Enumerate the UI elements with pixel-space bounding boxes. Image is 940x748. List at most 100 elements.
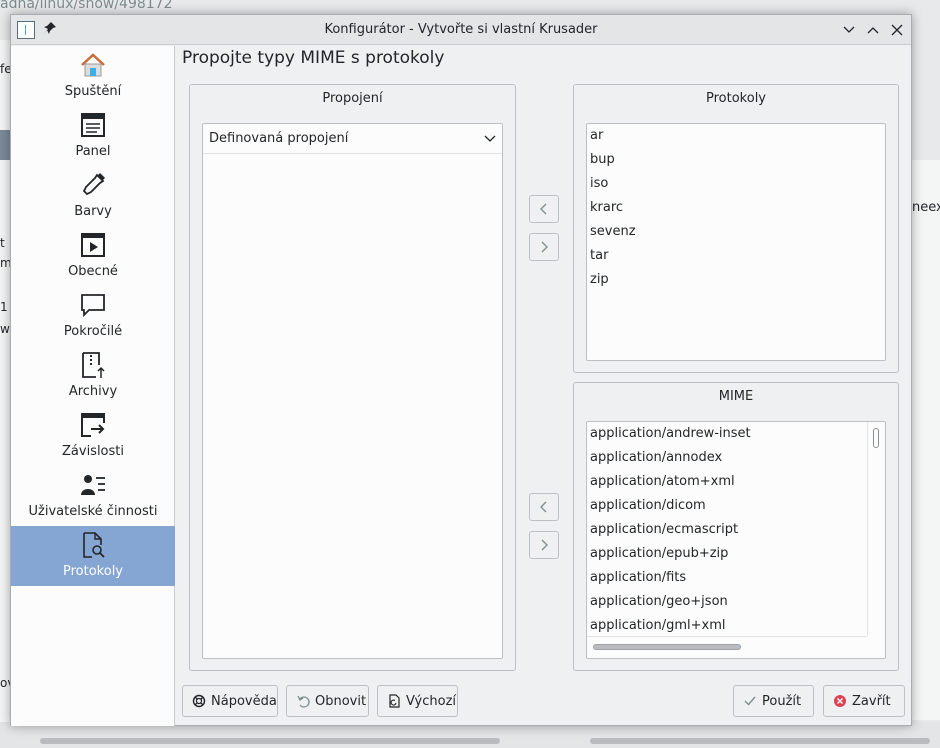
list-item[interactable]: sevenz (590, 220, 636, 244)
defined-links-header[interactable]: Definovaná propojení (203, 124, 502, 154)
document-reload-icon (389, 694, 400, 708)
move-right-button[interactable] (529, 233, 559, 261)
user-list-icon (81, 475, 105, 495)
list-item[interactable]: application/andrew-inset (590, 422, 751, 446)
sidebar-item-label: Spuštění (64, 84, 122, 99)
configurator-dialog: Konfigurátor - Vytvořte si vlastní Krusa… (10, 14, 912, 726)
panel-icon (81, 113, 105, 137)
chevron-down-icon (843, 26, 855, 33)
lifebuoy-icon (192, 694, 206, 708)
mime-move-left-button[interactable] (529, 493, 559, 521)
links-group-title: Propojení (322, 91, 383, 106)
list-item[interactable]: application/atom+xml (590, 470, 735, 494)
sidebar-item-label: Uživatelské činnosti (28, 504, 158, 519)
list-item[interactable]: application/geo+json (590, 590, 728, 614)
chevron-left-icon (540, 501, 547, 513)
background-scrollbar (40, 738, 500, 744)
background-url-text: adna/linux/show/498172 (0, 0, 173, 12)
help-button-label: Nápověda (211, 694, 277, 709)
mime-group: MIME application/andrew-inset applicatio… (573, 382, 899, 671)
vertical-scroll-thumb[interactable] (873, 428, 879, 448)
undo-icon (297, 695, 310, 708)
defaults-button-label: Výchozí (406, 694, 457, 709)
defined-links-label: Definovaná propojení (209, 131, 349, 146)
minimize-button[interactable] (839, 20, 859, 40)
background-text-fragment: t (0, 236, 5, 250)
defaults-button[interactable]: Výchozí (377, 685, 458, 717)
archive-zip-icon (82, 352, 105, 378)
sidebar-item-colors[interactable]: Barvy (11, 166, 175, 226)
list-item[interactable]: tar (590, 244, 608, 268)
play-window-icon (81, 233, 105, 257)
close-button[interactable]: Zavřít (823, 685, 905, 717)
sidebar-item-label: Archivy (68, 384, 118, 399)
chevron-right-icon (541, 241, 548, 253)
close-window-button[interactable] (887, 20, 907, 40)
chevron-left-icon (540, 203, 547, 215)
sidebar-item-label: Pokročilé (63, 324, 123, 339)
background-scrollbar (590, 738, 930, 744)
background-text-fragment: 1 (0, 300, 8, 314)
maximize-button[interactable] (863, 20, 883, 40)
sidebar: Spuštění Panel Barvy Obecné Pokročilé Ar… (11, 46, 175, 726)
list-item[interactable]: application/gml+xml (590, 614, 725, 638)
vertical-scrollbar[interactable] (867, 422, 885, 636)
sidebar-item-panel[interactable]: Panel (11, 106, 175, 166)
links-tree[interactable]: Definovaná propojení (202, 123, 503, 659)
list-item[interactable]: application/dicom (590, 494, 706, 518)
list-item[interactable]: application/ecmascript (590, 518, 738, 542)
document-search-icon (83, 532, 105, 558)
close-icon (891, 24, 903, 36)
background-text-fragment: neex (912, 200, 940, 215)
sidebar-item-label: Panel (75, 144, 111, 159)
speech-bubble-icon (81, 294, 105, 318)
close-button-label: Zavřít (852, 694, 891, 709)
apply-button-label: Použít (762, 694, 802, 709)
house-icon (81, 53, 105, 77)
sidebar-item-label: Závislosti (62, 444, 124, 459)
sidebar-item-advanced[interactable]: Pokročilé (11, 286, 175, 346)
apply-button[interactable]: Použít (733, 685, 814, 717)
sidebar-item-label: Obecné (68, 264, 118, 279)
protocols-list[interactable]: ar bup iso krarc sevenz tar zip (586, 123, 886, 361)
protocols-group: Protokoly ar bup iso krarc sevenz tar zi… (573, 84, 899, 373)
list-item[interactable]: application/epub+zip (590, 542, 728, 566)
reset-button-label: Obnovit (315, 694, 367, 709)
help-button[interactable]: Nápověda (182, 685, 278, 717)
list-item[interactable]: application/annodex (590, 446, 722, 470)
mime-move-right-button[interactable] (529, 531, 559, 559)
sidebar-item-protocols[interactable]: Protokoly (11, 526, 175, 586)
window-arrow-icon (81, 413, 105, 437)
eyedropper-icon (82, 172, 106, 196)
chevron-down-icon[interactable] (484, 133, 496, 145)
sidebar-item-general[interactable]: Obecné (11, 226, 175, 286)
sidebar-item-startup[interactable]: Spuštění (11, 46, 175, 106)
links-group: Propojení Definovaná propojení (189, 84, 516, 671)
horizontal-scroll-thumb[interactable] (593, 644, 741, 650)
close-circle-icon (834, 695, 846, 707)
move-left-button[interactable] (529, 195, 559, 223)
sidebar-item-dependencies[interactable]: Závislosti (11, 406, 175, 466)
window-title: Konfigurátor - Vytvořte si vlastní Krusa… (324, 22, 598, 37)
list-item[interactable]: bup (590, 148, 615, 172)
protocols-group-title: Protokoly (706, 91, 766, 106)
chevron-right-icon (541, 539, 548, 551)
sidebar-item-label: Barvy (74, 204, 112, 219)
chevron-up-icon (867, 27, 879, 34)
list-item[interactable]: zip (590, 268, 609, 292)
reset-button[interactable]: Obnovit (286, 685, 369, 717)
sidebar-item-user-actions[interactable]: Uživatelské činnosti (11, 466, 175, 526)
horizontal-scrollbar[interactable] (587, 636, 867, 658)
list-item[interactable]: application/fits (590, 566, 686, 590)
checkmark-icon (744, 696, 756, 706)
list-item[interactable]: iso (590, 172, 608, 196)
title-bar[interactable]: Konfigurátor - Vytvořte si vlastní Krusa… (11, 15, 911, 45)
list-item[interactable]: ar (590, 124, 603, 148)
list-item[interactable]: krarc (590, 196, 623, 220)
sidebar-item-label: Protokoly (63, 564, 123, 579)
mime-list[interactable]: application/andrew-inset application/ann… (586, 421, 886, 659)
background-window-right (910, 160, 940, 720)
page-title: Propojte typy MIME s protokoly (182, 48, 445, 68)
mime-group-title: MIME (718, 389, 754, 404)
sidebar-item-archives[interactable]: Archivy (11, 346, 175, 406)
